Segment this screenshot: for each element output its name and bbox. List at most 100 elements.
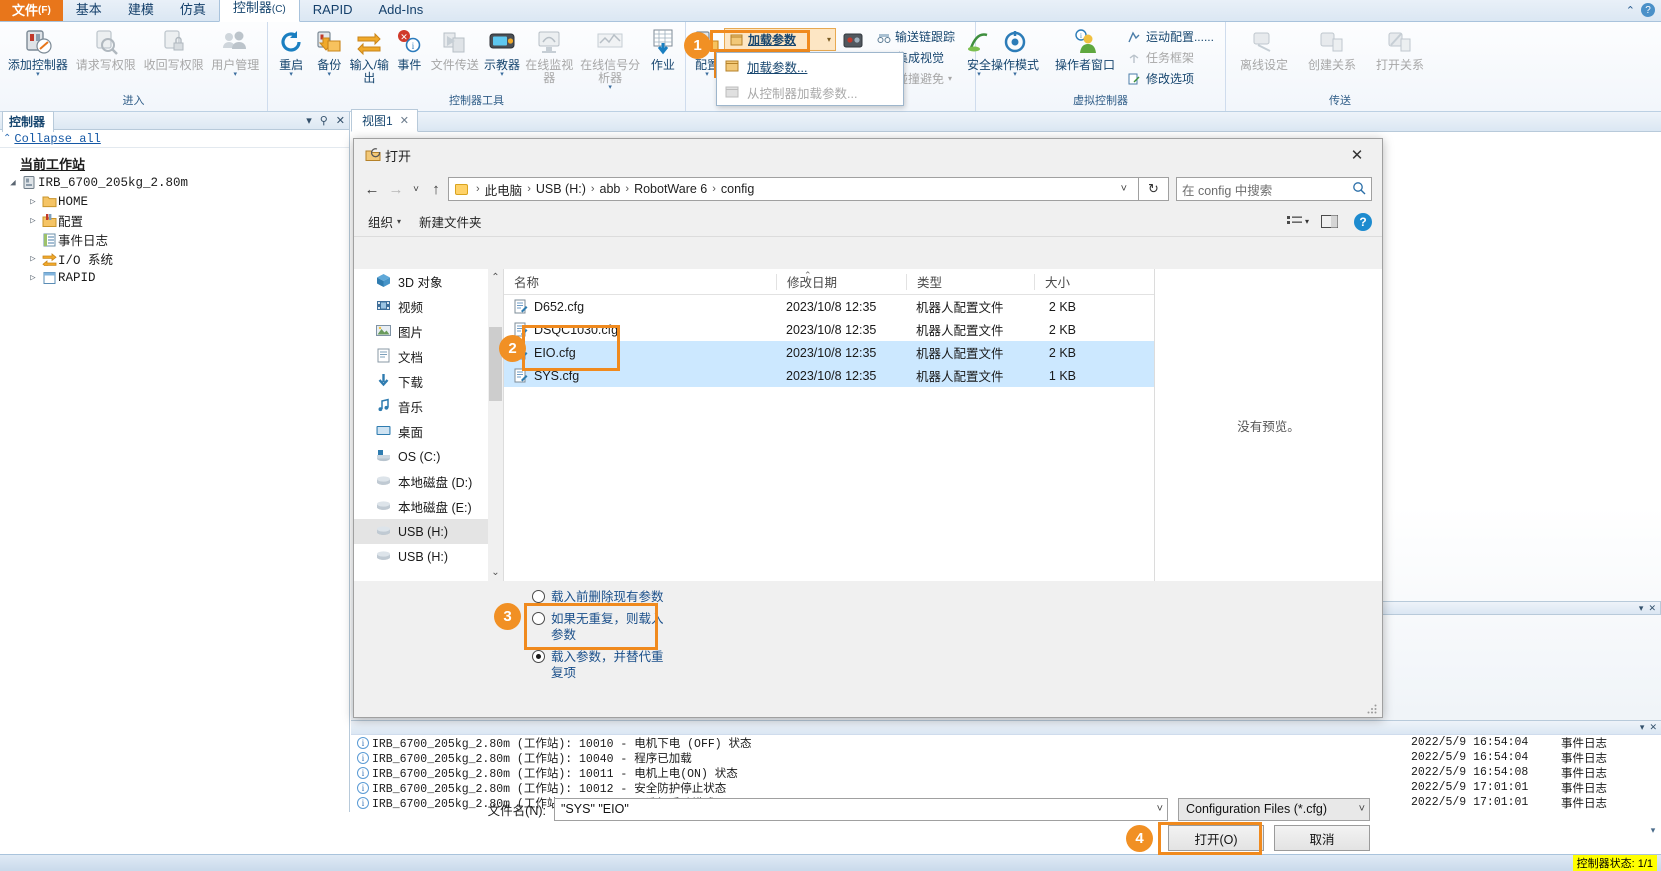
scroll-down-icon[interactable]: ⌄ bbox=[488, 564, 503, 581]
event-log-row[interactable]: i IRB_6700_205kg_2.80m (工作站): 10040 - 程序… bbox=[351, 750, 1661, 765]
nav-item-downloads[interactable]: 下载 bbox=[354, 369, 503, 394]
navigation-pane-scrollbar[interactable]: ⌃ ⌄ bbox=[488, 269, 503, 581]
task-frames-button[interactable]: 任务框架 bbox=[1124, 48, 1217, 67]
column-header-date[interactable]: 修改日期 bbox=[776, 274, 906, 290]
file-transfer-button[interactable]: 文件传送 bbox=[428, 24, 481, 72]
add-controller-button[interactable]: 添加控制器 ▾ bbox=[4, 24, 72, 78]
tree-expander-home[interactable]: ▷ bbox=[26, 197, 40, 207]
radio-load-if-no-duplicates[interactable] bbox=[532, 612, 545, 625]
events-button[interactable]: ✕ i 事件 bbox=[390, 24, 428, 72]
floating-panel-close-icon[interactable]: ✕ bbox=[1648, 603, 1656, 614]
recent-locations-icon[interactable]: ˅ bbox=[408, 184, 424, 195]
resize-grip[interactable] bbox=[1367, 703, 1379, 715]
tree-item-controller[interactable]: ◢ IRB_6700_205kg_2.80m bbox=[6, 173, 349, 192]
tree-expander-io-system[interactable]: ▷ bbox=[26, 254, 40, 264]
backup-caret-icon[interactable]: ▾ bbox=[328, 72, 332, 78]
event-log-close-icon[interactable]: ✕ bbox=[1649, 722, 1657, 733]
tab-simulation[interactable]: 仿真 bbox=[167, 0, 219, 21]
document-tab-view1[interactable]: 视图1 ✕ bbox=[351, 109, 418, 132]
option-replace-duplicates[interactable]: 载入参数，并替代重复项 bbox=[532, 649, 671, 681]
backup-button[interactable]: 备份 ▾ bbox=[310, 24, 348, 78]
tree-item-home[interactable]: ▷ HOME bbox=[6, 192, 349, 211]
navigation-pane[interactable]: 3D 对象 视频 图片 文档 下载 音乐 bbox=[354, 269, 504, 581]
signal-analyzer-caret-icon[interactable]: ▾ bbox=[608, 85, 612, 91]
tab-addins[interactable]: Add-Ins bbox=[365, 0, 436, 21]
table-row[interactable]: EIO.cfg 2023/10/8 12:35 机器人配置文件 2 KB bbox=[504, 341, 1154, 364]
offline-settings-button[interactable]: 离线设定 bbox=[1230, 24, 1298, 72]
table-row[interactable]: D652.cfg 2023/10/8 12:35 机器人配置文件 2 KB bbox=[504, 295, 1154, 318]
tree-item-current-station[interactable]: 当前工作站 bbox=[6, 154, 349, 173]
nav-item-os-drive[interactable]: OS (C:) bbox=[354, 444, 503, 469]
tree-item-rapid[interactable]: ▷ RAPID bbox=[6, 268, 349, 287]
collapse-all-row[interactable]: ⌃ Collapse all bbox=[0, 130, 349, 148]
event-log-scroll-down-icon[interactable]: ▾ bbox=[1645, 822, 1661, 838]
tree-expander-configuration[interactable]: ▷ bbox=[26, 216, 40, 226]
nav-item-drive-d[interactable]: 本地磁盘 (D:) bbox=[354, 469, 503, 494]
menu-item-load-parameters-from-controller[interactable]: 从控制器加载参数... bbox=[717, 79, 903, 105]
nav-item-music[interactable]: 音乐 bbox=[354, 394, 503, 419]
motion-configuration-button[interactable]: 运动配置...... bbox=[1124, 27, 1217, 46]
scroll-up-icon[interactable]: ⌃ bbox=[488, 269, 503, 286]
open-relation-button[interactable]: 打开关系 bbox=[1366, 24, 1434, 72]
tree-item-io-system[interactable]: ▷ I/O 系统 bbox=[6, 249, 349, 268]
signal-analyzer-button[interactable]: 在线信号分析器 ▾ bbox=[576, 24, 645, 91]
option-load-if-no-duplicates[interactable]: 如果无重复，则载入参数 bbox=[532, 611, 671, 643]
dialog-close-button[interactable]: ✕ bbox=[1336, 140, 1378, 170]
open-button[interactable]: 打开(O) bbox=[1168, 825, 1264, 851]
organize-button[interactable]: 组织▾ bbox=[368, 212, 401, 231]
collapse-all-link[interactable]: Collapse all bbox=[14, 132, 100, 146]
load-parameters-split-button[interactable]: 加载参数 ▾ bbox=[724, 28, 836, 51]
breadcrumb-item-2[interactable]: abb bbox=[600, 182, 621, 196]
nav-item-usb-drive-2[interactable]: USB (H:) bbox=[354, 544, 503, 569]
search-input[interactable]: 在 config 中搜索 bbox=[1176, 177, 1372, 201]
operating-mode-button[interactable]: 操作模式 ▾ bbox=[980, 24, 1050, 78]
nav-item-usb-drive-selected[interactable]: USB (H:) bbox=[354, 519, 503, 544]
tab-file[interactable]: 文件 (F) bbox=[0, 0, 63, 21]
view-mode-button[interactable]: ▾ bbox=[1287, 215, 1309, 228]
table-row[interactable]: SYS.cfg 2023/10/8 12:35 机器人配置文件 1 KB bbox=[504, 364, 1154, 387]
help-icon[interactable]: ? bbox=[1641, 3, 1655, 17]
event-log-row[interactable]: i IRB_6700_205kg_2.80m (工作站): 10010 - 电机… bbox=[351, 735, 1661, 750]
modify-options-button[interactable]: 修改选项 bbox=[1124, 69, 1217, 88]
panel-pin-icon[interactable]: ⚲ bbox=[316, 114, 332, 127]
tree-expander-controller[interactable]: ◢ bbox=[6, 178, 20, 188]
tree-item-event-log[interactable]: 事件日志 bbox=[6, 230, 349, 249]
breadcrumb-item-1[interactable]: USB (H:) bbox=[536, 182, 586, 196]
load-parameters-caret-icon[interactable]: ▾ bbox=[827, 35, 831, 44]
add-controller-caret-icon[interactable]: ▾ bbox=[36, 72, 40, 78]
help-icon[interactable]: ? bbox=[1354, 213, 1372, 231]
flexpendant-caret-icon[interactable]: ▾ bbox=[500, 72, 504, 78]
tab-basic[interactable]: 基本 bbox=[63, 0, 115, 21]
nav-item-videos[interactable]: 视频 bbox=[354, 294, 503, 319]
load-parameters-menu[interactable]: 加载参数... 从控制器加载参数... bbox=[716, 52, 904, 106]
breadcrumb-item-0[interactable]: 此电脑 bbox=[485, 180, 523, 199]
column-header-name[interactable]: 名称 bbox=[504, 274, 776, 290]
event-log-row[interactable]: i IRB_6700_205kg_2.80m (工作站): 10012 - 安全… bbox=[351, 780, 1661, 795]
preview-pane-button[interactable] bbox=[1321, 215, 1338, 228]
flexpendant-button[interactable]: 示教器 ▾ bbox=[481, 24, 523, 78]
forward-icon[interactable]: → bbox=[384, 181, 408, 198]
job-button[interactable]: 作业 bbox=[645, 24, 681, 72]
floating-panel-dropdown-icon[interactable]: ▾ bbox=[1639, 603, 1644, 614]
tab-controller[interactable]: 控制器(C) bbox=[219, 0, 300, 22]
nav-item-3d-objects[interactable]: 3D 对象 bbox=[354, 269, 503, 294]
tree-item-configuration[interactable]: ▷ 配置 bbox=[6, 211, 349, 230]
restart-caret-icon[interactable]: ▾ bbox=[289, 72, 293, 78]
panel-close-icon[interactable]: ✕ bbox=[332, 114, 349, 127]
column-header-size[interactable]: 大小 bbox=[1034, 274, 1094, 290]
online-monitor-button[interactable]: 在线监视器 bbox=[523, 24, 576, 85]
close-icon[interactable]: ✕ bbox=[400, 114, 409, 127]
create-relation-button[interactable]: 创建关系 bbox=[1298, 24, 1366, 72]
tab-rapid[interactable]: RAPID bbox=[300, 0, 366, 21]
back-icon[interactable]: ← bbox=[360, 181, 384, 198]
tab-modeling[interactable]: 建模 bbox=[115, 0, 167, 21]
refresh-button[interactable]: ↻ bbox=[1139, 177, 1169, 201]
breadcrumb-dropdown-icon[interactable]: ˅ bbox=[1114, 183, 1134, 195]
filename-dropdown-icon[interactable]: ˅ bbox=[1157, 803, 1163, 815]
panel-dropdown-icon[interactable]: ▾ bbox=[302, 114, 316, 127]
breadcrumb-item-3[interactable]: RobotWare 6 bbox=[634, 182, 707, 196]
release-write-access-button[interactable]: 收回写权限 bbox=[140, 24, 208, 72]
table-row[interactable]: DSQC1030.cfg 2023/10/8 12:35 机器人配置文件 2 K… bbox=[504, 318, 1154, 341]
scrollbar-thumb[interactable] bbox=[489, 327, 502, 401]
new-folder-button[interactable]: 新建文件夹 bbox=[419, 212, 482, 231]
